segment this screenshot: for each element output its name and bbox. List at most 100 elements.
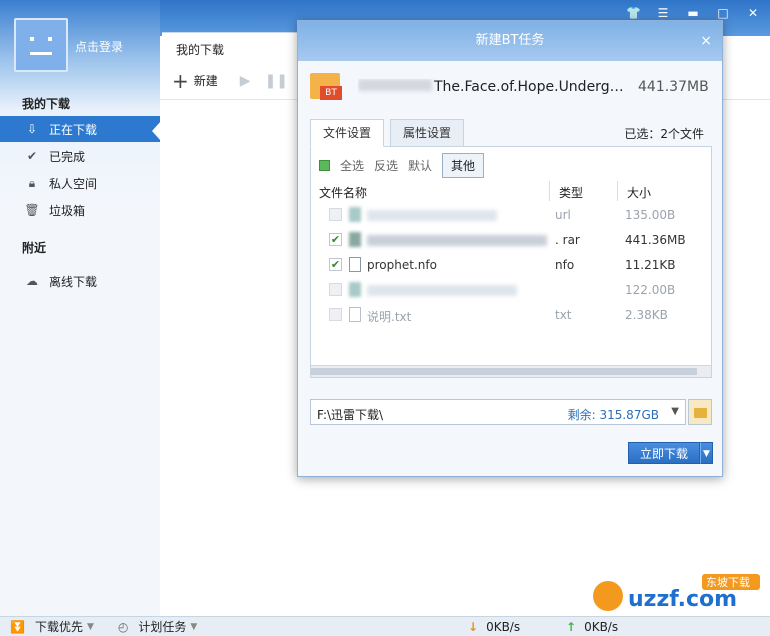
torrent-name-text: The.Face.of.Hope.Undergro... (434, 79, 626, 95)
free-space: 剩余: 315.87GB (567, 408, 659, 422)
arrow-down-icon: ↓ (468, 619, 479, 634)
default-selection-link[interactable]: 默认 (408, 157, 432, 174)
sidebar-item-downloading[interactable]: ⇩ 正在下载 (0, 116, 160, 142)
select-all-link[interactable]: 全选 (340, 157, 364, 174)
download-options-dropdown[interactable]: ▼ (700, 442, 713, 464)
file-size: 2.38KB (625, 308, 668, 322)
blurred-file-name (367, 210, 497, 221)
file-row[interactable]: 122.00B (311, 277, 711, 302)
blurred-file-name (367, 285, 517, 296)
file-checkbox[interactable] (329, 208, 342, 221)
play-icon[interactable]: ▶ (240, 73, 251, 89)
priority-icon: ⏬ (10, 619, 25, 634)
column-divider[interactable] (617, 181, 618, 201)
download-now-button[interactable]: 立即下载 (628, 442, 700, 464)
file-row[interactable]: ✔ . rar 441.36MB (311, 227, 711, 252)
tab-property-settings[interactable]: 属性设置 (390, 119, 465, 147)
column-name[interactable]: 文件名称 (319, 184, 367, 201)
watermark-badge: 东坡下载 (706, 576, 750, 589)
blurred-text (358, 79, 432, 91)
dialog-close-button[interactable]: × (700, 21, 712, 61)
close-icon[interactable]: ✕ (746, 6, 760, 20)
document-icon (349, 257, 361, 272)
dialog-title: 新建BT任务 (475, 33, 545, 48)
sidebar-item-label: 私人空间 (49, 176, 98, 191)
save-path: F:\迅雷下载\ (317, 408, 384, 422)
priority-dropdown[interactable]: ⏬ 下载优先 ▼ (10, 618, 94, 635)
sidebar-item-trash[interactable]: 🗑︎ 垃圾箱 (0, 197, 160, 223)
select-all-checkbox[interactable] (319, 160, 330, 171)
sidebar-item-offline[interactable]: ☁ 离线下载 (0, 268, 160, 294)
status-bar: ⏬ 下载优先 ▼ ◴ 计划任务 ▼ ↓ 0KB/s ↑ 0KB/s (0, 616, 770, 636)
file-name: 说明.txt (367, 310, 412, 324)
active-pointer (152, 121, 161, 141)
tab-my-downloads[interactable]: 我的下载 (162, 32, 302, 60)
sidebar-item-completed[interactable]: ✔ 已完成 (0, 143, 160, 169)
avatar-eye (30, 37, 34, 41)
file-checkbox[interactable]: ✔ (329, 258, 342, 271)
chevron-down-icon: ▼ (190, 621, 198, 632)
sidebar: 点击登录 我的下载 ⇩ 正在下载 ✔ 已完成 🔒︎ 私人空间 🗑︎ 垃圾箱 附近… (0, 0, 160, 616)
minimize-icon[interactable]: ▬ (686, 6, 700, 20)
dialog-title-bar: 新建BT任务 × (298, 21, 722, 61)
column-divider[interactable] (549, 181, 550, 201)
other-button[interactable]: 其他 (442, 153, 485, 178)
file-size: 135.00B (625, 208, 676, 222)
file-icon (349, 232, 361, 247)
schedule-label: 计划任务 (138, 620, 187, 634)
menu-icon[interactable]: ☰ (656, 6, 670, 20)
new-task-button[interactable]: + 新建 (172, 71, 218, 91)
arrow-up-icon: ↑ (566, 619, 577, 634)
folder-icon (694, 408, 707, 418)
skin-icon[interactable]: 👕 (626, 6, 641, 20)
file-row[interactable]: ✔ prophet.nfo nfo 11.21KB (311, 252, 711, 277)
invert-selection-link[interactable]: 反选 (374, 157, 398, 174)
upload-speed-value: 0KB/s (584, 619, 619, 634)
download-icon: ⇩ (26, 122, 38, 136)
new-bt-task-dialog: 新建BT任务 × BT The.Face.of.Hope.Undergro...… (297, 20, 723, 477)
file-checkbox[interactable]: ✔ (329, 233, 342, 246)
login-link[interactable]: 点击登录 (75, 38, 123, 55)
cloud-icon: ☁ (26, 274, 38, 288)
column-type[interactable]: 类型 (559, 184, 583, 201)
tab-file-settings[interactable]: 文件设置 (310, 119, 385, 147)
sidebar-item-private-space[interactable]: 🔒︎ 私人空间 (0, 170, 160, 196)
schedule-dropdown[interactable]: ◴ 计划任务 ▼ (118, 618, 197, 635)
file-type: url (555, 208, 571, 222)
scrollbar-thumb[interactable] (311, 368, 697, 375)
watermark-circle (593, 581, 623, 611)
pause-icon[interactable]: ❚❚ (265, 73, 288, 89)
file-checkbox[interactable] (329, 308, 342, 321)
torrent-size: 441.37MB (638, 79, 709, 95)
column-size[interactable]: 大小 (627, 184, 651, 201)
file-filters: 全选 反选 默认 其他 (319, 153, 485, 178)
file-row[interactable]: 说明.txt txt 2.38KB (311, 302, 711, 327)
priority-label: 下载优先 (34, 620, 83, 634)
download-speed: ↓ 0KB/s (468, 620, 520, 634)
watermark-logo: uzzf.com 东坡下载 (593, 574, 760, 612)
sidebar-item-label: 正在下载 (49, 122, 98, 137)
torrent-name: The.Face.of.Hope.Undergro... (358, 79, 626, 95)
upload-speed: ↑ 0KB/s (566, 620, 618, 634)
watermark-text: uzzf.com (628, 587, 737, 612)
lock-icon: 🔒︎ (28, 175, 36, 190)
file-checkbox[interactable] (329, 283, 342, 296)
sidebar-item-label: 离线下载 (49, 274, 98, 289)
save-path-select[interactable]: F:\迅雷下载\ 剩余: 315.87GB ▼ (310, 399, 686, 425)
file-row[interactable]: url 135.00B (311, 202, 711, 227)
browse-folder-button[interactable] (688, 399, 712, 425)
torrent-folder-icon: BT (310, 73, 342, 100)
avatar-eye (48, 37, 52, 41)
blurred-file-name (367, 235, 547, 246)
file-type: nfo (555, 258, 575, 272)
avatar[interactable] (14, 18, 68, 72)
file-icon (349, 282, 361, 297)
horizontal-scrollbar[interactable] (311, 365, 711, 377)
maximize-icon[interactable]: □ (716, 6, 730, 20)
window-controls: 👕 ☰ ▬ □ ✕ (626, 6, 760, 20)
selected-count: 已选：2个文件 (624, 127, 704, 141)
file-icon (349, 207, 361, 222)
sidebar-item-label: 已完成 (49, 149, 86, 164)
clock-icon: ◴ (117, 619, 129, 634)
chevron-down-icon[interactable]: ▼ (671, 406, 679, 417)
